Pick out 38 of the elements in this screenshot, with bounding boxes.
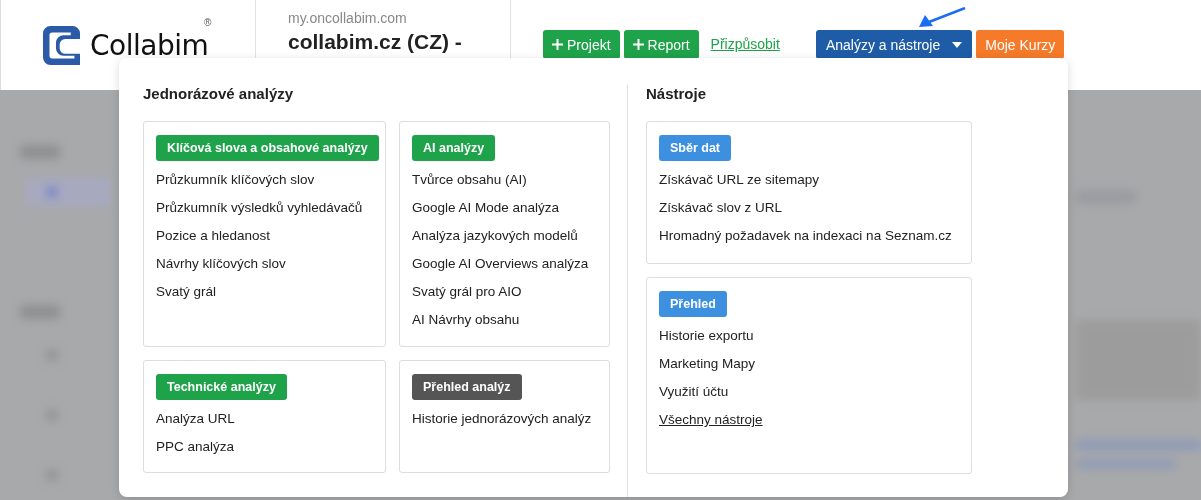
menu-item[interactable]: Historie exportu	[659, 322, 754, 350]
all-tools-link[interactable]: Všechny nástroje	[659, 406, 763, 434]
menu-item[interactable]: Získávač slov z URL	[659, 194, 783, 222]
section-heading: Nástroje	[646, 85, 708, 102]
menu-item[interactable]: AI Návrhy obsahu	[412, 306, 520, 334]
menu-item[interactable]: Průzkumník výsledků vyhledávačů	[156, 194, 363, 222]
plus-icon	[632, 39, 644, 50]
menu-item[interactable]: Návrhy klíčových slov	[156, 250, 286, 278]
menu-item[interactable]: Tvůrce obsahu (AI)	[412, 166, 527, 194]
caret-icon	[952, 41, 963, 48]
menu-item[interactable]: Hromadný požadavek na indexaci na Seznam.cz	[659, 222, 952, 250]
project-selector[interactable]: collabim.cz (CZ) -	[288, 30, 462, 54]
category-label: Sběr dat	[659, 135, 731, 161]
registered-mark: ®	[204, 17, 212, 28]
site-url: my.oncollabim.com	[288, 10, 407, 26]
menu-item[interactable]: Marketing Mapy	[659, 350, 756, 378]
logo-icon	[43, 24, 80, 66]
menu-item[interactable]: Google AI Overviews analýza	[412, 250, 589, 278]
logo-text: Collabim	[90, 28, 209, 62]
plus-icon	[552, 39, 563, 50]
category-label: Technické analýzy	[156, 374, 287, 400]
menu-item[interactable]: Získávač URL ze sitemapy	[659, 166, 820, 194]
menu-item[interactable]: Google AI Mode analýza	[412, 194, 560, 222]
arrow-drawing	[916, 7, 967, 29]
menu-item[interactable]: Svatý grál pro AIO	[412, 278, 522, 306]
section-heading: Jednorázové analýzy	[143, 85, 295, 102]
menu-item[interactable]: Analýza URL	[156, 405, 235, 433]
menu-item[interactable]: Analýza jazykových modelů	[412, 222, 578, 250]
category-label: Přehled	[659, 291, 727, 317]
menu-item[interactable]: Historie jednorázových analýz	[412, 405, 592, 433]
category-label: Klíčová slova a obsahové analýzy	[156, 135, 379, 161]
menu-item[interactable]: Svatý grál	[156, 278, 217, 306]
menu-item[interactable]: Pozice a hledanost	[156, 222, 271, 250]
menu-item[interactable]: Průzkumník klíčových slov	[156, 166, 315, 194]
category-label: AI analýzy	[412, 135, 496, 161]
menu-item[interactable]: PPC analýza	[156, 433, 235, 461]
menu-item[interactable]: Využití účtu	[659, 378, 729, 406]
category-label: Přehled analýz	[412, 374, 522, 400]
